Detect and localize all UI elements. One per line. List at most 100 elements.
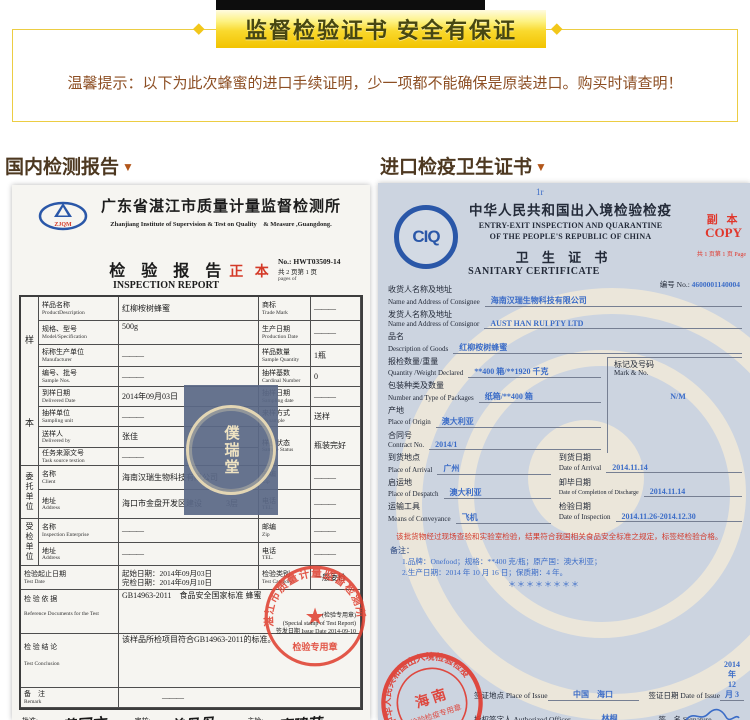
field-label: 检 验 依 据Reference Documents for the Test [21,590,119,634]
report-number-block: No.: HWT03509-14 共 2 页第 1 页 pages of [278,257,364,282]
field-discharge-date: 卸毕日期 Date of Completion of Discharge2014… [559,478,742,500]
field-value: ——— [119,367,259,387]
report-title: 检 验 报 告 [109,263,227,280]
field-origin: 产地 Place of Origin澳大利亚 [388,406,601,428]
field-value: ——— [119,543,259,566]
report-number: No.: HWT03509-14 [278,257,364,266]
field-label: 到样日期Delivered Date [39,387,119,407]
signature-tested: 主检:Tested By廖建萌 日期 (Date)2014-09-10 [247,714,360,720]
field-label: 地址Address [39,543,119,566]
signature-handwriting [684,708,740,720]
field-label: 编号、批号Sample Nos. [39,367,119,387]
remark-label: 备注： [390,545,742,556]
field-value: ——— [311,466,361,490]
field-label: 检 验 结 论Test Conclusion [21,634,119,688]
field-value: ——— [311,490,361,519]
field-label: 抽样基数Cardinal Number [259,367,311,387]
group-label-inspected: 受检单位 [21,519,39,566]
handwritten-name: 廖建萌 [277,712,323,720]
diamond-icon: ◆ [551,21,563,36]
certificate-org-name: 中华人民共和国出入境检验检疫 [458,199,683,219]
field-label: 样品数量Sample Quantity [259,345,311,367]
field-label: 检验起止日期Test Date [21,566,119,590]
original-copy-mark: 正 本 [229,265,273,280]
inspection-report-document: ZJQM 广东省湛江市质量计量监督检测所 Zhanjiang Institute… [12,185,370,720]
group-label-client: 委托单位 [21,466,39,519]
quarantine-stamp-icon: 中华人民共和国出入境检验检疫 海 南 检验检疫专用章 [378,649,486,720]
zjqm-logo-icon: ZJQM [38,199,88,233]
report-org-name-en: Zhanjiang Institute of Supervision & Tes… [90,218,352,228]
sanitary-certificate-document: 1r CIQ 中华人民共和国出入境检验检疫 ENTRY-EXIT INSPECT… [378,183,750,720]
field-label: 规格、型号Model/Specification [39,321,119,345]
certificate-number: 编号 No.: 4600001140004 [660,279,740,290]
report-title-row: 检 验 报 告正 本 No.: HWT03509-14 共 2 页第 1 页 p… [12,257,370,283]
section-title-import-certificate[interactable]: 进口检疫卫生证书▼ [380,152,547,179]
field-mark-no: 标记及号码 Mark & No. N/M [607,357,742,453]
field-value: ——— [311,387,361,407]
field-value: ——— [311,297,361,321]
report-pages-en: pages of [278,276,364,282]
inspection-statement: 该批货物经过现场查验和实验室检验，结果符合我国相关食品安全标准之规定，标签经检验… [396,532,742,542]
copy-mark: 副 本 COPY [705,211,742,241]
section-title-domestic-report[interactable]: 国内检测报告▼ [5,152,134,179]
field-value: ——— [119,519,259,543]
field-label: 抽样单位Sampling unit [39,407,119,427]
certificate-org-en2: OF THE PEOPLE'S REPUBLIC OF CHINA [458,232,683,241]
section-title-label: 进口检疫卫生证书 [380,157,532,178]
report-org-name: 广东省湛江市质量计量监督检测所 [90,195,352,216]
banner-top-strip [216,0,485,10]
remark-line-2: 2.生产日期：2014 年 10 月 16 日；保质期：4 年。 [402,567,742,578]
diamond-icon: ◆ [193,21,205,36]
field-label: 样品名称ProductDescription [39,297,119,321]
field-value: ——— [311,519,361,543]
pen-annotation: 1r [536,187,544,197]
stamp-notes: (检验专用章) (Special stamp of Test Report) 签… [186,613,356,636]
svg-text:检验专用章: 检验专用章 [292,641,337,652]
signature-verified: 审核:Verified By曾丹丹 日期 (Date)2014-09-10 [135,714,248,720]
field-arrival-date: 到货日期 Date of Arrival2014.11.14 [559,453,742,475]
report-pages: 共 2 页第 1 页 [278,266,364,276]
field-value: ——— [119,345,259,367]
banner: 监督检验证书 安全有保证 [216,10,546,48]
field-value: ——— [311,321,361,345]
svg-text:ZJQM: ZJQM [54,222,72,228]
caret-down-icon: ▼ [535,160,547,174]
remark-line-1: 1.品牌：Onefood；规格：**400 克/瓶；原产国：澳大利亚； [402,556,742,567]
certificate-header: 中华人民共和国出入境检验检疫 ENTRY-EXIT INSPECTION AND… [458,183,683,241]
signature-row: 批准:Approved By黄国方 日期 (Date)2014-09-10 审核… [22,714,360,720]
handwritten-name: 曾丹丹 [168,712,214,720]
report-header: ZJQM 广东省湛江市质量计量监督检测所 Zhanjiang Institute… [12,185,370,257]
field-quantity: 报检数量/重量 Quantity /Weight Declared**400 箱… [388,357,601,379]
field-consignor: 发货人名称及地址 Name and Address of ConsignorAU… [388,310,742,330]
field-label: 商标Trade Mark [259,297,311,321]
separator-stars: ＊＊＊＊＊＊＊＊ [508,579,742,590]
company-seal-watermark: 僕瑞堂 [184,385,278,515]
field-despatch-place: 启运地 Place of Despatch澳大利亚 [388,478,551,500]
field-value: 1瓶 [311,345,361,367]
caret-down-icon: ▼ [122,160,134,174]
field-value: ——— [119,688,361,708]
field-label: 送样人Delivered by [39,427,119,448]
field-label: 生产日期Production Date [259,321,311,345]
notice-text: 温馨提示：以下为此次蜂蜜的进口手续证明，少一项都不能确保是原装进口。购买时请查明… [67,72,682,93]
field-label: 名称Client [39,466,119,490]
field-value: 送样 [311,407,361,427]
field-value: 瓶装完好 [311,427,361,466]
field-value: 起始日期：2014年09月03日完检日期：2014年09月10日 [119,566,259,590]
signature-approved: 批准:Approved By黄国方 日期 (Date)2014-09-10 [22,714,135,720]
handwritten-name: 黄国方 [60,712,106,720]
field-label: 备 注Remark [21,688,119,708]
certificate-title: 卫 生 证 书 SANITARY CERTIFICATE [378,247,750,277]
section-title-label: 国内检测报告 [5,157,119,178]
promo-page: ◆ ◆ 监督检验证书 安全有保证 温馨提示：以下为此次蜂蜜的进口手续证明，少一项… [0,0,750,720]
field-value: 500g [119,321,259,345]
field-contract: 合同号 Contract No.2014/1 [388,431,601,451]
field-inspection-date: 检验日期 Date of Inspection2014.11.26-2014.1… [559,502,742,524]
certificate-org-en1: ENTRY-EXIT INSPECTION AND QUARANTINE [458,221,683,230]
field-label: 标称生产单位Manufacturer [39,345,119,367]
field-label: 地址Address [39,490,119,519]
certificate-body: 收货人名称及地址 Name and Address of Consignee海南… [388,285,742,590]
field-goods: 品名 Description of Goods红柳桉树蜂蜜 [388,332,742,354]
group-label-sample: 样本 [21,297,39,466]
field-packages: 包装种类及数量 Number and Type of Packages纸箱/**… [388,381,601,403]
